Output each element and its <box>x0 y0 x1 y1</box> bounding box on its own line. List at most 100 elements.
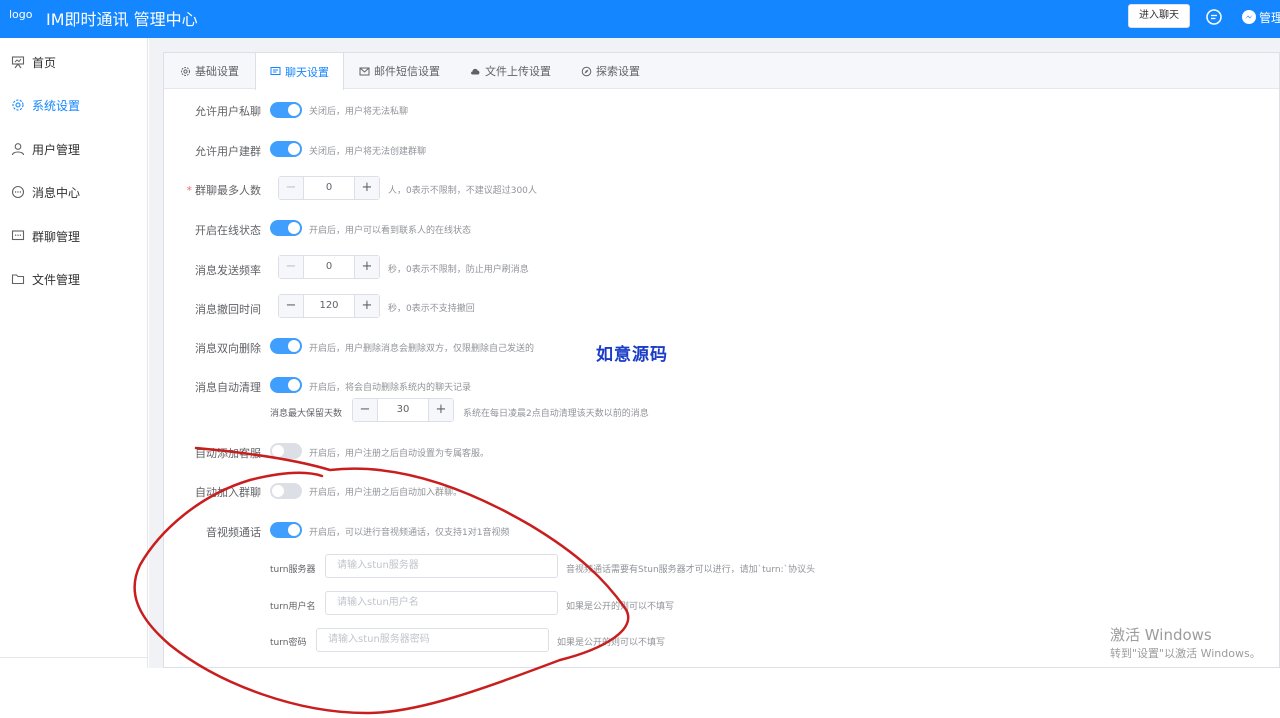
logo-alt-text: logo <box>9 8 33 21</box>
auto-join-group-label: 自动加入群聊 <box>195 486 261 499</box>
sidebar: 首页 系统设置 用户管理 消息中心 群聊管理 文件管理 <box>0 38 148 668</box>
sidebar-item-users[interactable]: 用户管理 <box>0 129 148 169</box>
divider <box>0 657 148 658</box>
message-icon[interactable] <box>1205 8 1223 26</box>
retention-days-stepper: − 30 + <box>352 398 454 422</box>
send-rate-stepper: − 0 + <box>278 255 380 279</box>
compass-icon <box>581 66 592 76</box>
sidebar-item-system-settings[interactable]: 系统设置 <box>0 85 148 125</box>
recall-time-hint: 秒，0表示不支持撤回 <box>388 304 475 314</box>
bidirectional-delete-switch[interactable] <box>270 338 302 354</box>
auto-join-group-hint: 开启后，用户注册之后自动加入群聊。 <box>309 488 463 498</box>
av-call-switch[interactable] <box>270 522 302 538</box>
auto-clean-label: 消息自动清理 <box>195 381 261 394</box>
increment-button[interactable]: + <box>354 295 379 317</box>
required-asterisk: * <box>186 184 193 197</box>
turn-username-label: turn用户名 <box>270 602 316 612</box>
send-rate-hint: 秒，0表示不限制，防止用户刷消息 <box>388 265 529 275</box>
turn-password-input[interactable]: 请输入stun服务器密码 <box>316 628 549 652</box>
sidebar-item-label: 文件管理 <box>32 272 81 287</box>
logo[interactable]: logo <box>9 8 33 21</box>
turn-password-hint: 如果是公开的则可以不填写 <box>557 638 666 648</box>
auto-join-group-switch[interactable] <box>270 483 302 499</box>
sidebar-item-label: 消息中心 <box>32 185 81 200</box>
app-title: IM即时通讯 管理中心 <box>46 10 198 29</box>
send-rate-value[interactable]: 0 <box>304 256 354 278</box>
turn-server-hint: 音视频通话需要有Stun服务器才可以进行，请加`turn:`协议头 <box>566 565 816 575</box>
sidebar-item-label: 首页 <box>32 55 57 70</box>
private-chat-switch[interactable] <box>270 102 302 118</box>
av-call-hint: 开启后，可以进行音视频通话，仅支持1对1音视频 <box>309 528 510 538</box>
bidirectional-delete-hint: 开启后，用户删除消息会删除双方，仅限删除自己发送的 <box>309 344 535 354</box>
sidebar-item-label: 群聊管理 <box>32 229 81 244</box>
sidebar-item-messages[interactable]: 消息中心 <box>0 172 148 212</box>
sidebar-item-home[interactable]: 首页 <box>0 42 148 82</box>
chat-bubble-icon <box>11 185 25 199</box>
create-group-hint: 关闭后，用户将无法创建群聊 <box>309 147 427 157</box>
tab-explore-settings[interactable]: 探索设置 <box>567 53 654 89</box>
windows-activation-subtitle: 转到"设置"以激活 Windows。 <box>1110 647 1261 660</box>
auto-add-service-switch[interactable] <box>270 443 302 459</box>
retention-days-value[interactable]: 30 <box>378 399 428 421</box>
av-call-label: 音视频通话 <box>206 526 261 539</box>
chat-bubble-icon <box>270 67 281 75</box>
create-group-label: 允许用户建群 <box>195 145 261 158</box>
group-max-value[interactable]: 0 <box>304 177 354 199</box>
group-max-label: * 群聊最多人数 <box>161 182 262 198</box>
tab-label: 探索设置 <box>596 65 640 78</box>
turn-username-hint: 如果是公开的则可以不填写 <box>566 602 675 612</box>
online-status-switch[interactable] <box>270 220 302 236</box>
turn-password-label: turn密码 <box>270 638 307 648</box>
turn-username-input[interactable]: 请输入stun用户名 <box>325 591 558 615</box>
tab-file-upload-settings[interactable]: 文件上传设置 <box>456 53 565 89</box>
auto-add-service-hint: 开启后，用户注册之后自动设置为专属客服。 <box>309 449 490 459</box>
settings-tabs: 基础设置 聊天设置 邮件短信设置 文件上传设置 探索设置 <box>164 53 1279 90</box>
tab-label: 基础设置 <box>195 65 239 78</box>
mail-icon <box>359 67 370 75</box>
windows-activation-title: 激活 Windows <box>1110 626 1212 644</box>
messenger-icon[interactable] <box>1240 8 1258 26</box>
bidirectional-delete-label: 消息双向删除 <box>195 342 261 355</box>
turn-server-label: turn服务器 <box>270 565 316 575</box>
admin-menu[interactable]: 管理 <box>1259 9 1280 26</box>
group-max-hint: 人，0表示不限制，不建议超过300人 <box>388 186 537 196</box>
increment-button[interactable]: + <box>428 399 453 421</box>
decrement-button[interactable]: − <box>353 399 378 421</box>
decrement-button[interactable]: − <box>279 295 304 317</box>
decrement-button[interactable]: − <box>279 177 304 199</box>
private-chat-label: 允许用户私聊 <box>195 105 261 118</box>
decrement-button[interactable]: − <box>279 256 304 278</box>
auto-clean-hint: 开启后，将会自动删除系统内的聊天记录 <box>309 383 472 393</box>
folder-icon <box>11 274 25 285</box>
tab-label: 文件上传设置 <box>485 65 551 78</box>
sidebar-item-files[interactable]: 文件管理 <box>0 259 148 299</box>
turn-server-input[interactable]: 请输入stun服务器 <box>325 554 558 578</box>
recall-time-stepper: − 120 + <box>278 294 380 318</box>
gear-icon <box>181 66 190 76</box>
cloud-upload-icon <box>471 68 480 74</box>
retention-days-label: 消息最大保留天数 <box>270 409 343 419</box>
group-max-label-text: 群聊最多人数 <box>195 184 261 197</box>
recall-time-label: 消息撤回时间 <box>195 303 261 316</box>
online-status-label: 开启在线状态 <box>195 224 261 237</box>
auto-add-service-label: 自动添加客服 <box>195 447 261 460</box>
group-chat-icon <box>11 230 25 241</box>
tab-label: 邮件短信设置 <box>374 65 440 78</box>
recall-time-value[interactable]: 120 <box>304 295 354 317</box>
sidebar-item-group-chats[interactable]: 群聊管理 <box>0 216 148 256</box>
gear-icon <box>12 99 24 111</box>
sidebar-item-label: 用户管理 <box>32 142 81 157</box>
tab-mail-sms-settings[interactable]: 邮件短信设置 <box>345 53 454 89</box>
top-header: logo IM即时通讯 管理中心 进入聊天 管理 <box>0 0 1280 38</box>
auto-clean-switch[interactable] <box>270 377 302 393</box>
online-status-hint: 开启后，用户可以看到联系人的在线状态 <box>309 226 472 236</box>
create-group-switch[interactable] <box>270 141 302 157</box>
increment-button[interactable]: + <box>354 177 379 199</box>
watermark-text: 如意源码 <box>596 345 668 365</box>
enter-chat-button[interactable]: 进入聊天 <box>1128 4 1190 28</box>
increment-button[interactable]: + <box>354 256 379 278</box>
tab-basic-settings[interactable]: 基础设置 <box>166 53 253 89</box>
tab-chat-settings[interactable]: 聊天设置 <box>255 53 344 90</box>
presentation-icon <box>11 56 25 69</box>
tab-label: 聊天设置 <box>285 65 329 79</box>
